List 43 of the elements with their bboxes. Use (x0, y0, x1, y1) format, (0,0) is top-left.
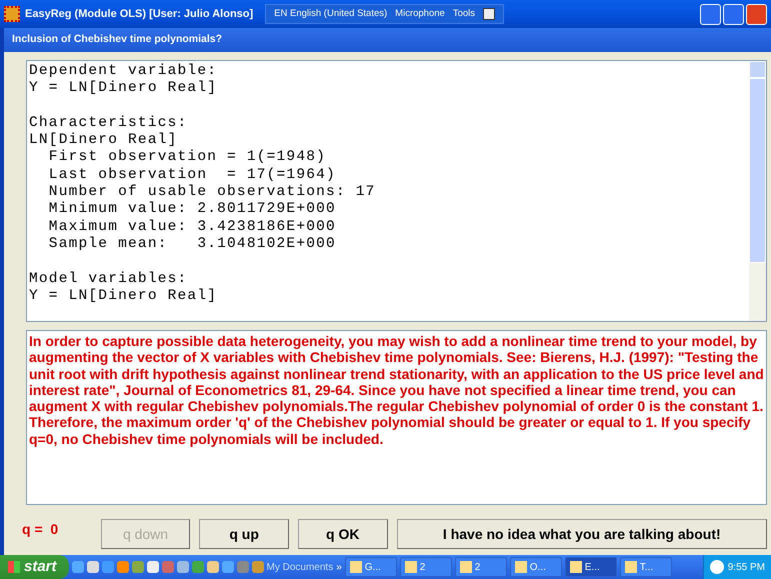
quick-launch-icon[interactable] (116, 561, 129, 573)
chevron-label[interactable]: » (336, 560, 342, 574)
window-icon (350, 561, 362, 573)
window-icon (624, 561, 637, 573)
button[interactable]: q up (199, 519, 289, 549)
quick-launch-icon[interactable] (176, 561, 189, 573)
window-icon (514, 561, 527, 573)
quick-launch-icon[interactable] (252, 561, 264, 573)
window-title: EasyReg (Module OLS) [User: Julio Alonso] (25, 6, 254, 22)
taskbar-button[interactable]: G... (344, 557, 397, 577)
taskbar-button[interactable]: 2 (400, 557, 452, 577)
quick-launch-icon[interactable] (146, 561, 159, 573)
taskbar-button[interactable]: T... (620, 557, 672, 577)
language-bar-item[interactable]: Tools (452, 6, 475, 22)
button[interactable]: q OK (298, 519, 388, 549)
windows-logo-icon (8, 561, 20, 573)
button[interactable]: I have no idea what you are talking about! (396, 519, 767, 549)
toolbar-label[interactable]: My Documents (266, 560, 334, 574)
taskbar-button[interactable]: E... (564, 557, 617, 577)
minimize-button[interactable] (700, 4, 721, 24)
quick-launch-icon[interactable] (72, 561, 84, 573)
maximize-button[interactable] (723, 4, 744, 24)
quick-launch-icon[interactable] (206, 561, 219, 573)
taskbar-button[interactable]: O... (510, 557, 562, 577)
quick-launch-icon[interactable] (86, 561, 99, 573)
window-icon (404, 561, 417, 573)
quick-launch-icon[interactable] (132, 561, 144, 573)
clock: 9:55 PM (728, 560, 765, 574)
message-text: In order to capture possible data heterogeneity, you may wish to add a nonlinear time trend to your model, by augmenting the vector of X variables with Chebishev time polynomials. See: Bierens, H.J. (1997): "Testing the unit root with drift hypothesis against nonlinear trend stationarity, with an application to the US price level and interest rate", Journal of Econometrics 81, 29-64. Since you have not specified a linear time trend, you can augment X with regular Chebishev polynomials.The regular Chebishev polynomial of order 0 is the constant 1. Therefore, the maximum order 'q' of the Chebishev polynomial should be greater or equal to 1. If you specify q=0, no Chebishev time polynomials will be included. (26, 330, 767, 505)
taskbar-button[interactable]: 2 (454, 557, 507, 577)
quick-launch-icon[interactable] (102, 561, 114, 573)
app-icon (4, 6, 20, 22)
window-icon (570, 561, 582, 573)
dialog-title: Inclusion of Chebishev time polynomials? (12, 32, 222, 48)
quick-launch-icon[interactable] (222, 561, 234, 573)
close-button[interactable] (746, 4, 767, 24)
window-icon (460, 561, 472, 573)
scrollbar[interactable] (749, 61, 766, 321)
output-text: Dependent variable: Y = LN[Dinero Real] Characteristics: LN[Dinero Real] First observation = 1(=1948) Last observation = 17(=1964) Number of usable observations: 17 Minimum value: 2.8011729E+000 Maximum value: 3.4238186E+000 Sample mean: 3.1048102E+000 Model variables: Y = LN[Dinero Real] (28, 62, 377, 306)
language-bar-item[interactable]: Microphone (395, 6, 445, 22)
language-label[interactable]: EN English (United States) (274, 6, 388, 22)
start-button[interactable]: start (0, 555, 69, 579)
q-value: q = 0 (22, 520, 60, 539)
